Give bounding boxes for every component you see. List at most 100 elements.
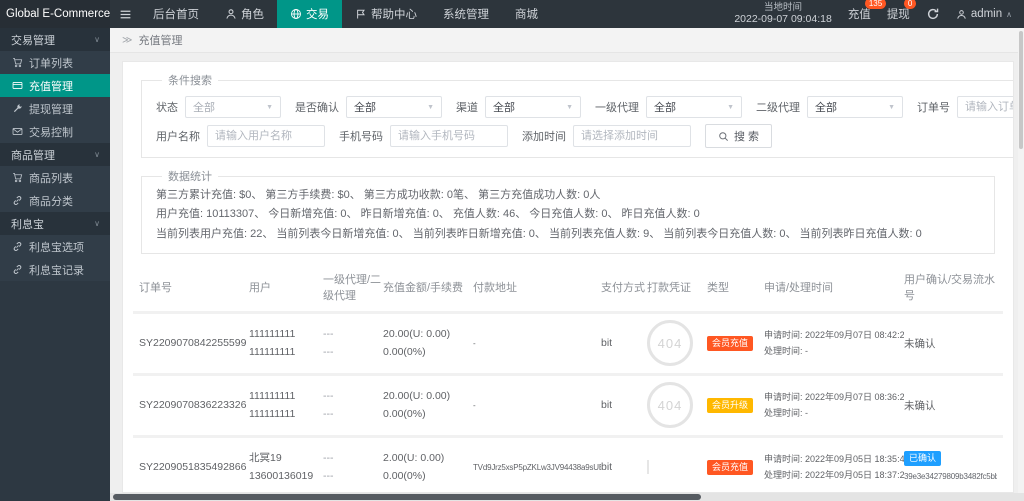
sidebar-group-trade[interactable]: 交易管理 ∨: [0, 28, 110, 51]
condition-search-panel: 条件搜索 状态 全部 ▼ 是否确认 全部 ▼ 渠道: [141, 72, 1014, 158]
table-row[interactable]: SY2209070842255599 111111111 111111111 -…: [133, 311, 1003, 373]
user-cell: 北冥19 13600136019: [249, 449, 323, 486]
agents-cell: --- ---: [323, 387, 383, 424]
recharge-amount: 2.00(U: 0.00): [383, 449, 473, 467]
vertical-scrollbar[interactable]: [1018, 28, 1024, 493]
agent1-select[interactable]: 全部 ▼: [646, 96, 742, 118]
caret-down-icon: ▼: [888, 104, 895, 111]
phone-input[interactable]: [390, 125, 508, 147]
recharge-fee: 0.00(0%): [383, 343, 473, 361]
sidebar: 交易管理 ∨ 订单列表 充值管理 提现管理 交易控制 商品管理 ∨ 商品列表 商…: [0, 28, 110, 501]
menu-item-trade[interactable]: 交易: [277, 0, 342, 28]
user-menu[interactable]: admin ∧: [956, 8, 1012, 20]
link-icon: [12, 264, 23, 275]
order-no-label: 订单号: [917, 99, 950, 115]
status-select[interactable]: 全部 ▼: [185, 96, 281, 118]
vertical-scrollbar-thumb[interactable]: [1019, 31, 1023, 149]
channel-select[interactable]: 全部 ▼: [485, 96, 581, 118]
handle-time: 处理时间: -: [764, 343, 904, 359]
recharge-notice-button[interactable]: 充值 135: [848, 6, 871, 22]
order-no-input[interactable]: [957, 96, 1014, 118]
sidebar-item-control[interactable]: 交易控制: [0, 120, 110, 143]
sidebar-item-withdraw-label: 提现管理: [29, 101, 73, 117]
recharge-amount: 20.00(U: 0.00): [383, 325, 473, 343]
type-cell: 会员充值: [707, 336, 764, 351]
voucher-cell: 404: [647, 320, 707, 366]
top-header-bar: Global E-Commerce... 后台首页 角色 交易 帮助中心 系统管…: [0, 0, 1024, 28]
horizontal-scrollbar-thumb[interactable]: [113, 494, 701, 500]
channel-select-value: 全部: [493, 99, 515, 115]
search-button[interactable]: 搜 索: [705, 124, 772, 148]
sidebar-item-orders-label: 订单列表: [29, 55, 73, 71]
user-nickname: 北冥19: [249, 449, 323, 467]
table-row[interactable]: SY2209070836223326 111111111 111111111 -…: [133, 373, 1003, 435]
agent2-select[interactable]: 全部 ▼: [807, 96, 903, 118]
menu-item-role[interactable]: 角色: [212, 0, 277, 28]
chevron-down-icon: ∨: [94, 219, 100, 228]
phone-field: 手机号码: [339, 125, 508, 147]
sidebar-item-goods-category[interactable]: 商品分类: [0, 189, 110, 212]
search-button-label: 搜 索: [734, 128, 759, 144]
voucher-cell: 404: [647, 382, 707, 428]
sidebar-item-recharge[interactable]: 充值管理: [0, 74, 110, 97]
recharge-notice-label: 充值: [848, 9, 871, 21]
col-order-no: 订单号: [139, 279, 249, 295]
status-field: 状态 全部 ▼: [156, 96, 281, 118]
sidebar-item-interest-options[interactable]: 利息宝选项: [0, 235, 110, 258]
menu-item-help[interactable]: 帮助中心: [342, 0, 430, 28]
apply-time: 申请时间: 2022年09月05日 18:35:49: [764, 451, 904, 467]
recharge-amount: 20.00(U: 0.00): [383, 387, 473, 405]
voucher-404-text: 404: [658, 336, 683, 351]
refresh-icon[interactable]: [926, 7, 940, 21]
col-amount-fee: 充值金额/手续费: [383, 279, 473, 295]
menu-item-mall[interactable]: 商城: [502, 0, 551, 28]
agent2-label: 二级代理: [756, 99, 800, 115]
horizontal-scrollbar[interactable]: [110, 493, 1024, 501]
sidebar-group-goods[interactable]: 商品管理 ∨: [0, 143, 110, 166]
confirm-cell: 未确认: [904, 336, 997, 351]
pay-address-cell: TVd9Jrz5xsP5pZKLw3JV94438a9sUE7Njm: [473, 463, 601, 472]
add-time-input[interactable]: [573, 125, 691, 147]
user-nickname: 111111111: [249, 325, 323, 343]
menu-item-home[interactable]: 后台首页: [140, 0, 212, 28]
top-menu: 后台首页 角色 交易 帮助中心 系统管理 商城: [140, 0, 551, 28]
voucher-thumbnail[interactable]: [647, 460, 649, 474]
caret-down-icon: ▼: [266, 104, 273, 111]
recharge-fee: 0.00(0%): [383, 467, 473, 485]
apply-time: 申请时间: 2022年09月07日 08:42:25: [764, 327, 904, 343]
confirm-select-value: 全部: [354, 99, 376, 115]
amount-cell: 20.00(U: 0.00) 0.00(0%): [383, 325, 473, 362]
handle-time: 处理时间: -: [764, 405, 904, 421]
sidebar-item-withdraw[interactable]: 提现管理: [0, 97, 110, 120]
agent1-field: 一级代理 全部 ▼: [595, 96, 742, 118]
withdraw-notice-button[interactable]: 提现 0: [887, 6, 910, 22]
agent-level2: ---: [323, 343, 383, 361]
agent-level1: ---: [323, 387, 383, 405]
menu-item-system[interactable]: 系统管理: [430, 0, 502, 28]
sidebar-item-interest-records[interactable]: 利息宝记录: [0, 258, 110, 281]
order-no-cell: SY2209051835492866: [139, 461, 249, 473]
table-row[interactable]: SY2209051835492866 北冥19 13600136019 --- …: [133, 435, 1003, 493]
col-apply-handle-time: 申请/处理时间: [764, 279, 904, 295]
app-logo: Global E-Commerce...: [0, 0, 110, 28]
type-badge: 会员充值: [707, 460, 753, 475]
agent1-label: 一级代理: [595, 99, 639, 115]
cart-icon: [12, 57, 23, 68]
col-type: 类型: [707, 279, 764, 295]
sidebar-item-orders[interactable]: 订单列表: [0, 51, 110, 74]
hamburger-menu-icon[interactable]: [110, 0, 140, 28]
top-bar-right: 当地时间 2022-09-07 09:04:18 充值 135 提现 0 adm…: [734, 0, 1024, 28]
user-phone: 111111111: [249, 405, 323, 423]
sidebar-item-goods-list[interactable]: 商品列表: [0, 166, 110, 189]
link-icon: [12, 241, 23, 252]
sidebar-group-interest[interactable]: 利息宝 ∨: [0, 212, 110, 235]
confirm-select[interactable]: 全部 ▼: [346, 96, 442, 118]
local-time-label: 当地时间: [734, 2, 832, 14]
col-user: 用户: [249, 279, 323, 295]
order-no-cell: SY2209070842255599: [139, 337, 249, 349]
recharge-count-badge: 135: [865, 0, 886, 9]
pay-method-cell: bit: [601, 461, 647, 473]
username-input[interactable]: [207, 125, 325, 147]
statistics-panel: 数据统计 第三方累计充值: $0、 第三方手续费: $0、 第三方成功收款: 0…: [141, 168, 995, 254]
col-agents: 一级代理/二级代理: [323, 271, 383, 303]
